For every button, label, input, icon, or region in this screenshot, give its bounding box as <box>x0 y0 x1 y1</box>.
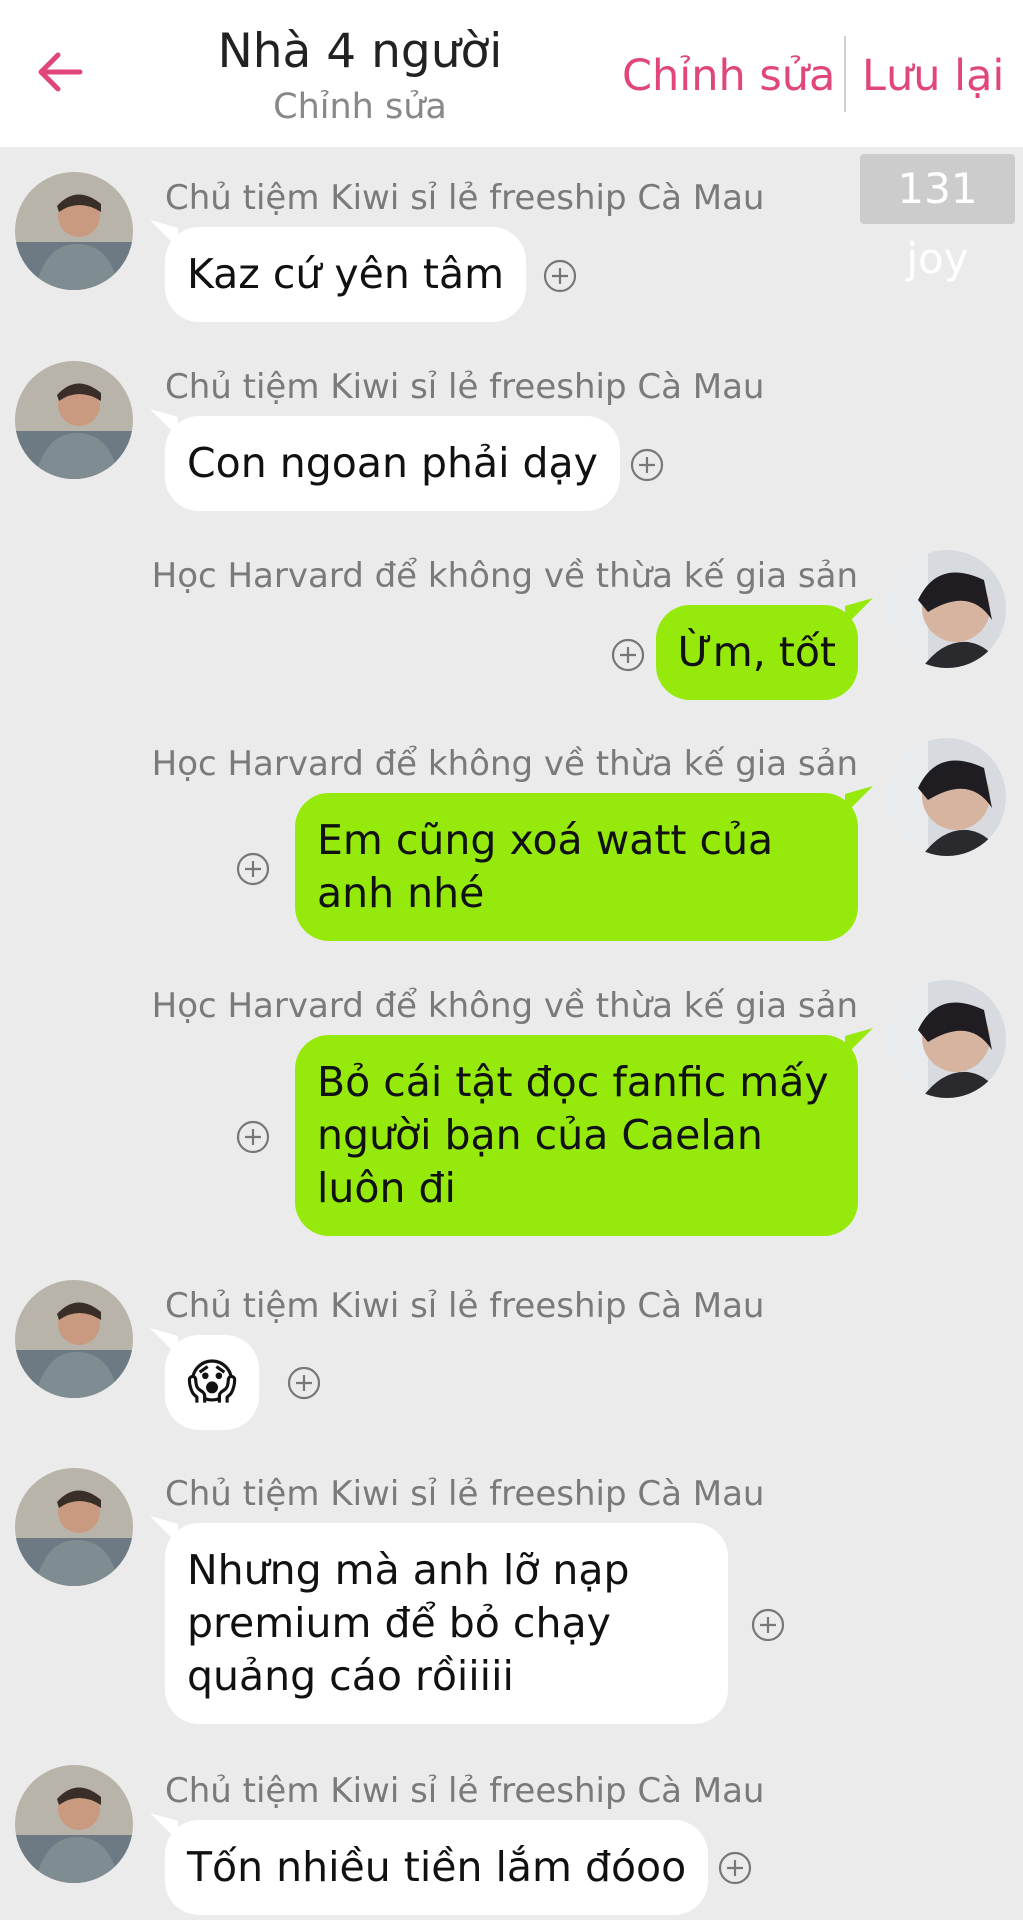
avatar[interactable] <box>15 1280 133 1398</box>
avatar[interactable] <box>888 980 1006 1098</box>
message-bubble[interactable]: Con ngoan phải dạy <box>165 416 620 511</box>
chat-message: Học Harvard để không về thừa kế gia sản … <box>0 550 1023 710</box>
message-bubble[interactable]: Kaz cứ yên tâm <box>165 227 527 322</box>
plus-circle-icon <box>751 1608 785 1642</box>
avatar[interactable] <box>15 361 133 479</box>
plus-circle-icon <box>236 1120 270 1154</box>
add-reaction-button[interactable] <box>611 638 645 672</box>
message-bubble[interactable]: Em cũng xoá watt của anh nhé <box>295 793 858 941</box>
message-bubble[interactable]: Bỏ cái tật đọc fanfic mấy người bạn của … <box>295 1035 858 1236</box>
chat-message: Chủ tiệm Kiwi sỉ lẻ freeship Cà Mau Tốn … <box>0 1765 1023 1920</box>
sender-name: Chủ tiệm Kiwi sỉ lẻ freeship Cà Mau <box>165 1771 765 1811</box>
plus-circle-icon <box>611 638 645 672</box>
avatar[interactable] <box>15 172 133 290</box>
avatar[interactable] <box>888 738 1006 856</box>
add-reaction-button[interactable] <box>236 1120 270 1154</box>
plus-circle-icon <box>630 448 664 482</box>
chat-message: Chủ tiệm Kiwi sỉ lẻ freeship Cà Mau Kaz … <box>0 172 1023 332</box>
chat-message: Học Harvard để không về thừa kế gia sản … <box>0 980 1023 1250</box>
add-reaction-button[interactable] <box>543 259 577 293</box>
message-bubble[interactable]: 😱 <box>165 1335 260 1430</box>
header-divider <box>844 36 846 112</box>
sender-name: Chủ tiệm Kiwi sỉ lẻ freeship Cà Mau <box>165 1286 765 1326</box>
add-reaction-button[interactable] <box>751 1608 785 1642</box>
sender-name: Học Harvard để không về thừa kế gia sản <box>151 744 858 784</box>
add-reaction-button[interactable] <box>236 852 270 886</box>
save-button[interactable]: Lưu lại <box>862 48 1004 104</box>
plus-circle-icon <box>287 1366 321 1400</box>
add-reaction-button[interactable] <box>718 1851 752 1885</box>
sender-name: Chủ tiệm Kiwi sỉ lẻ freeship Cà Mau <box>165 1474 765 1514</box>
sender-name: Chủ tiệm Kiwi sỉ lẻ freeship Cà Mau <box>165 367 765 407</box>
back-button[interactable] <box>30 42 90 102</box>
add-reaction-button[interactable] <box>287 1366 321 1400</box>
avatar[interactable] <box>15 1468 133 1586</box>
plus-circle-icon <box>718 1851 752 1885</box>
message-bubble[interactable]: Ừm, tốt <box>655 605 858 700</box>
chat-title: Nhà 4 người <box>217 24 503 79</box>
chat-message: Học Harvard để không về thừa kế gia sản … <box>0 738 1023 958</box>
arrow-left-icon <box>38 52 83 92</box>
sender-name: Học Harvard để không về thừa kế gia sản <box>151 556 858 596</box>
chat-subtitle: Chỉnh sửa <box>273 87 447 127</box>
message-bubble[interactable]: Tốn nhiều tiền lắm đóoo <box>165 1820 709 1915</box>
avatar[interactable] <box>15 1765 133 1883</box>
plus-circle-icon <box>543 259 577 293</box>
sender-name: Chủ tiệm Kiwi sỉ lẻ freeship Cà Mau <box>165 178 765 218</box>
edit-button[interactable]: Chỉnh sửa <box>622 48 835 104</box>
top-bar: Nhà 4 người Chỉnh sửa Chỉnh sửa Lưu lại <box>0 0 1023 147</box>
add-reaction-button[interactable] <box>630 448 664 482</box>
chat-message: Chủ tiệm Kiwi sỉ lẻ freeship Cà Mau 😱 <box>0 1280 1023 1440</box>
avatar[interactable] <box>888 550 1006 668</box>
sender-name: Học Harvard để không về thừa kế gia sản <box>151 986 858 1026</box>
chat-message: Chủ tiệm Kiwi sỉ lẻ freeship Cà Mau Nhưn… <box>0 1468 1023 1738</box>
plus-circle-icon <box>236 852 270 886</box>
message-bubble[interactable]: Nhưng mà anh lỡ nạp premium để bỏ chạy q… <box>165 1523 728 1724</box>
chat-message: Chủ tiệm Kiwi sỉ lẻ freeship Cà Mau Con … <box>0 361 1023 521</box>
